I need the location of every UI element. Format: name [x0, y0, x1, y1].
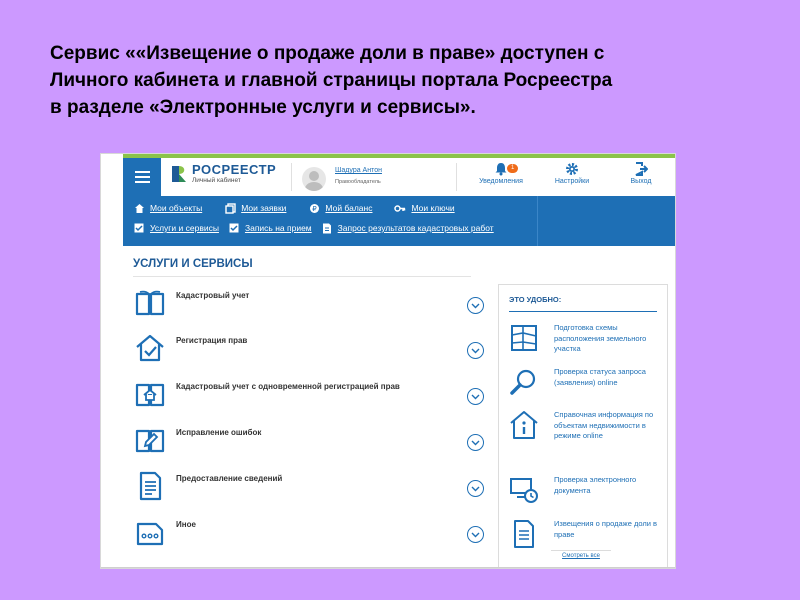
service-label: Исправление ошибок — [176, 428, 262, 437]
hamburger-icon[interactable] — [123, 158, 161, 196]
ellipsis-document-icon — [136, 522, 164, 546]
chevron-down-icon[interactable] — [467, 388, 484, 405]
nav-label: Мои заявки — [241, 203, 287, 213]
service-item-cadastral-with-registration[interactable]: Кадастровый учет с одновременной регистр… — [134, 378, 484, 412]
rosreestr-portal-screenshot: РОСРЕЕСТР Личный кабинет Шадура Антон Пр… — [100, 153, 676, 569]
service-label: Иное — [176, 520, 196, 529]
notifications-button[interactable]: 1 Уведомления — [471, 162, 531, 185]
balance-icon: ₽ — [308, 202, 320, 214]
section-title-underline — [133, 276, 471, 277]
chevron-down-icon[interactable] — [467, 526, 484, 543]
notifications-badge: 1 — [507, 164, 519, 173]
book-pencil-icon — [135, 429, 165, 453]
service-item-cadastral-registration[interactable]: Кадастровый учет — [134, 287, 484, 321]
service-label: Кадастровый учет — [176, 291, 250, 300]
caption-line-3: в разделе «Электронные услуги и сервисы»… — [50, 97, 476, 118]
slide-caption: Сервис ««Извещение о продаже доли в прав… — [50, 40, 750, 121]
home-icon — [133, 202, 145, 214]
convenient-panel: ЭТО УДОБНО: Подготовка схемы расположени… — [498, 284, 668, 568]
panel-item-label: Проверка статуса запроса (заявления) onl… — [554, 367, 646, 387]
monitor-clock-icon — [510, 478, 538, 503]
land-plot-icon — [511, 325, 537, 351]
logout-button[interactable]: Выход — [611, 162, 671, 185]
avatar[interactable] — [302, 167, 326, 191]
nav-label: Мой баланс — [325, 203, 373, 213]
key-icon — [394, 202, 406, 214]
book-house-icon — [135, 383, 165, 407]
logo-subtitle: Личный кабинет — [192, 177, 241, 184]
nav-my-keys[interactable]: Мои ключи — [394, 202, 455, 214]
service-item-rights-registration[interactable]: Регистрация прав — [134, 332, 484, 366]
svg-text:₽: ₽ — [312, 205, 317, 213]
caption-line-1: Сервис ««Извещение о продаже доли в прав… — [50, 43, 605, 64]
nav-my-objects[interactable]: Мои объекты — [133, 202, 202, 214]
caption-line-2: Личного кабинета и главной страницы порт… — [50, 70, 613, 91]
logout-label: Выход — [630, 178, 652, 185]
panel-item-label: Извещения о продаже доли в праве — [554, 519, 657, 539]
settings-button[interactable]: Настройки — [542, 162, 602, 185]
nav-divider — [537, 196, 538, 246]
nav-cadastral-results-request[interactable]: Запрос результатов кадастровых работ — [321, 222, 494, 234]
checkbox-icon — [133, 222, 145, 234]
service-label: Кадастровый учет с одновременной регистр… — [176, 382, 400, 391]
logo-title: РОСРЕЕСТР — [192, 162, 277, 177]
settings-label: Настройки — [554, 178, 590, 185]
building-info-icon — [510, 411, 538, 439]
nav-label: Услуги и сервисы — [150, 223, 219, 233]
chevron-down-icon[interactable] — [467, 480, 484, 497]
panel-item-label: Подготовка схемы расположения земельного… — [554, 323, 647, 353]
header-divider — [456, 163, 457, 191]
book-icon — [135, 290, 165, 316]
logout-icon — [635, 162, 648, 176]
nav-row-primary: Мои объекты Мои заявки ₽ Мой баланс Мои … — [133, 202, 477, 214]
house-check-icon — [136, 334, 164, 362]
nav-my-requests[interactable]: Мои заявки — [224, 202, 286, 214]
gear-icon — [566, 163, 578, 175]
nav-services[interactable]: Услуги и сервисы — [133, 222, 219, 234]
user-name-link[interactable]: Шадура Антон — [335, 167, 382, 174]
nav-my-balance[interactable]: ₽ Мой баланс — [308, 202, 372, 214]
main-navbar: Мои объекты Мои заявки ₽ Мой баланс Мои … — [123, 196, 675, 246]
service-item-error-correction[interactable]: Исправление ошибок — [134, 424, 484, 458]
service-label: Предоставление сведений — [176, 474, 283, 483]
panel-title-underline — [509, 311, 657, 312]
checkbox-icon — [228, 222, 240, 234]
rosreestr-logo[interactable]: РОСРЕЕСТР Личный кабинет — [170, 163, 276, 184]
nav-label: Запрос результатов кадастровых работ — [337, 223, 494, 233]
portal-header: РОСРЕЕСТР Личный кабинет Шадура Антон Пр… — [101, 158, 675, 196]
chevron-down-icon[interactable] — [467, 297, 484, 314]
service-item-information-provision[interactable]: Предоставление сведений — [134, 470, 484, 504]
user-role: Правообладатель — [335, 179, 381, 185]
bell-icon — [495, 163, 507, 176]
notifications-label: Уведомления — [479, 178, 523, 185]
nav-label: Мои объекты — [150, 203, 203, 213]
service-label: Регистрация прав — [176, 336, 248, 345]
services-section-title: УСЛУГИ И СЕРВИСЫ — [133, 258, 253, 270]
chevron-down-icon[interactable] — [467, 342, 484, 359]
document-icon — [321, 222, 333, 234]
nav-row-secondary: Услуги и сервисы Запись на прием Запрос … — [133, 222, 503, 234]
service-item-other[interactable]: Иное — [134, 516, 484, 550]
see-all-link[interactable]: Смотреть все — [551, 550, 611, 559]
logo-mark-icon — [172, 165, 186, 182]
nav-label: Мои ключи — [411, 203, 455, 213]
nav-appointment[interactable]: Запись на прием — [228, 222, 312, 234]
document-list-icon — [139, 471, 162, 501]
document-icon — [514, 520, 534, 548]
documents-icon — [224, 202, 236, 214]
bottom-divider — [101, 567, 675, 568]
chevron-down-icon[interactable] — [467, 434, 484, 451]
panel-item-label: Справочная информация по объектам недвиж… — [554, 410, 654, 440]
nav-label: Запись на прием — [244, 223, 312, 233]
panel-title: ЭТО УДОБНО: — [509, 295, 562, 304]
panel-item-label: Проверка электронного документа — [554, 475, 637, 495]
header-divider — [291, 163, 292, 191]
magnifier-icon — [510, 369, 536, 395]
